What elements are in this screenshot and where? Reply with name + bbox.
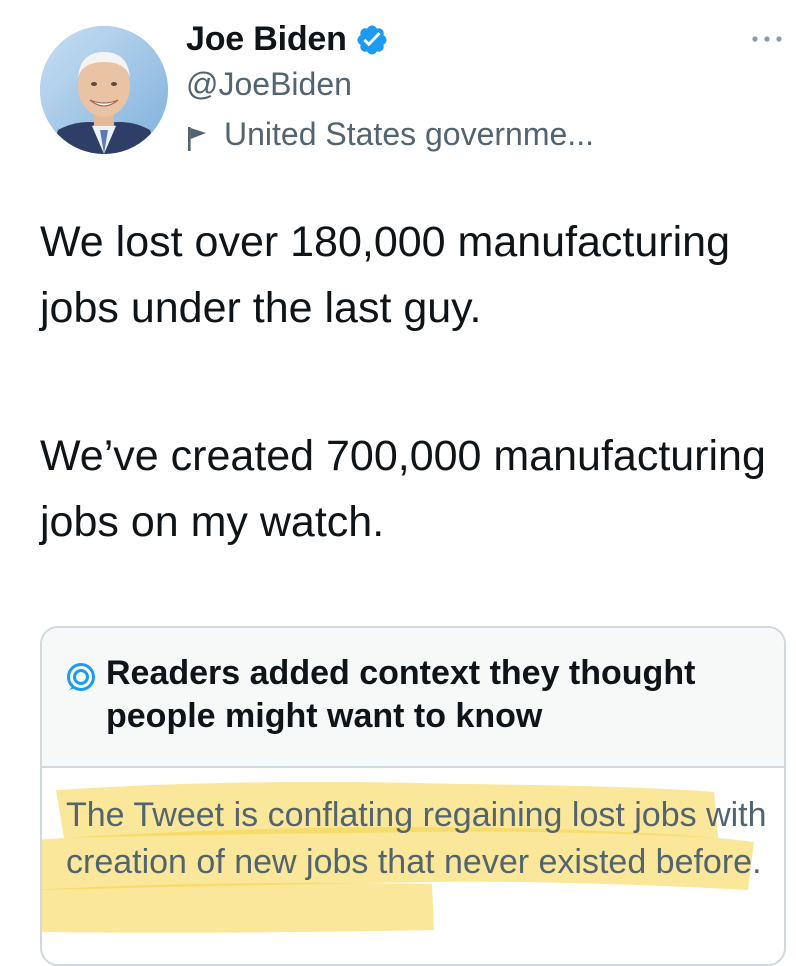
author-name-row[interactable]: Joe Biden [186, 20, 389, 59]
community-note-body: The Tweet is conflating regaining lost j… [66, 796, 767, 881]
avatar-image [40, 26, 168, 154]
more-options-icon[interactable] [750, 32, 784, 46]
avatar[interactable] [40, 26, 168, 154]
account-label-text: United States governme... [224, 116, 594, 152]
tweet-text-paragraph-1: We lost over 180,000 manufacturing jobs … [40, 218, 730, 332]
author-handle[interactable]: @JoeBiden [186, 66, 352, 103]
tweet-text-paragraph-2: We’ve created 700,000 manufacturing jobs… [40, 432, 766, 546]
community-note-card[interactable]: Readers added context they thought peopl… [40, 626, 786, 966]
community-note-header: Readers added context they thought peopl… [42, 628, 784, 768]
display-name[interactable]: Joe Biden [186, 20, 347, 59]
community-note-icon [66, 662, 96, 692]
flag-icon [186, 123, 210, 151]
verified-badge-icon [355, 23, 389, 57]
account-label[interactable]: United States governme... [186, 116, 594, 153]
community-note-title: Readers added context they thought peopl… [106, 654, 696, 735]
